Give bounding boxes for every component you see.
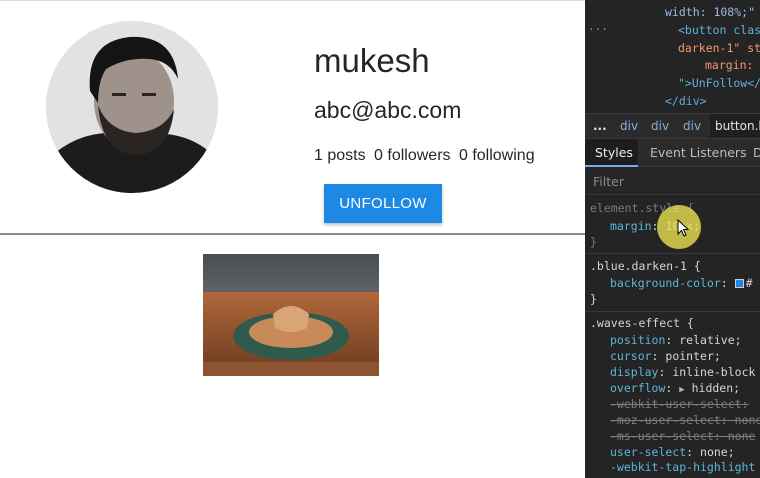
- following-count: 0 following: [458, 147, 535, 164]
- styles-filter-input[interactable]: Filter: [585, 168, 760, 195]
- code-line: width: 108%;": [665, 5, 756, 19]
- breadcrumb-ellipsis[interactable]: ...: [593, 119, 607, 133]
- expand-triangle-icon[interactable]: ▶: [679, 385, 684, 395]
- rule-close: }: [590, 292, 597, 306]
- profile-stats: 1 posts 0 followers 0 following: [314, 147, 539, 165]
- mouse-pointer-icon: [677, 219, 689, 237]
- rule-declaration[interactable]: -webkit-tap-highlight: [610, 460, 755, 474]
- tab-event-listeners[interactable]: Event Listeners: [650, 145, 747, 160]
- rule-separator: [585, 253, 760, 254]
- rule-separator: [585, 311, 760, 312]
- avatar: [46, 21, 218, 193]
- rule-declaration[interactable]: position: relative;: [610, 333, 742, 347]
- profile-page: mukesh abc@abc.com 1 posts 0 followers 0…: [0, 0, 585, 478]
- rule-selector: .blue.darken-1 {: [590, 259, 701, 273]
- tab-dom-breakpoints[interactable]: D: [753, 145, 760, 160]
- code-line[interactable]: <button clas: [678, 23, 760, 37]
- rule-close: }: [590, 235, 597, 249]
- rule-declaration[interactable]: cursor: pointer;: [610, 349, 721, 363]
- breadcrumb: ... div div div button.b: [585, 113, 760, 139]
- rule-declaration-overridden[interactable]: -moz-user-select: none: [610, 413, 760, 427]
- code-line[interactable]: darken-1" st: [678, 41, 760, 55]
- breadcrumb-active[interactable]: button.b: [710, 114, 760, 138]
- tab-styles[interactable]: Styles: [585, 139, 638, 167]
- breadcrumb-item[interactable]: div: [683, 119, 701, 133]
- posts-count: 1 posts: [314, 147, 366, 164]
- profile-username: mukesh: [314, 42, 430, 79]
- rule-declaration-overridden[interactable]: -ms-user-select: none: [610, 429, 755, 443]
- top-border: [0, 0, 585, 1]
- rule-declaration[interactable]: overflow: ▶ hidden;: [610, 381, 740, 395]
- breadcrumb-item[interactable]: div: [651, 119, 669, 133]
- section-divider: [0, 233, 585, 235]
- rule-selector: .waves-effect {: [590, 316, 694, 330]
- rule-declaration[interactable]: user-select: none;: [610, 445, 735, 459]
- profile-email: abc@abc.com: [314, 97, 462, 123]
- devtools-tabs: Styles Event Listeners D: [585, 139, 760, 167]
- code-line[interactable]: ">UnFollow</: [678, 76, 760, 90]
- code-line[interactable]: margin:: [705, 58, 753, 72]
- post-image: [203, 254, 379, 376]
- post-thumbnail[interactable]: [203, 254, 379, 376]
- followers-count: 0 followers: [374, 147, 451, 164]
- code-line[interactable]: </div>: [665, 94, 707, 108]
- rule-declaration[interactable]: background-color: #: [610, 276, 753, 290]
- rule-declaration-overridden[interactable]: -webkit-user-select:: [610, 397, 749, 411]
- color-swatch-icon[interactable]: [734, 279, 744, 288]
- gutter-ellipsis[interactable]: ···: [588, 23, 608, 36]
- avatar-photo: [46, 21, 218, 193]
- rule-declaration[interactable]: display: inline-block: [610, 365, 755, 379]
- breadcrumb-item[interactable]: div: [620, 119, 638, 133]
- unfollow-button[interactable]: UNFOLLOW: [324, 184, 442, 223]
